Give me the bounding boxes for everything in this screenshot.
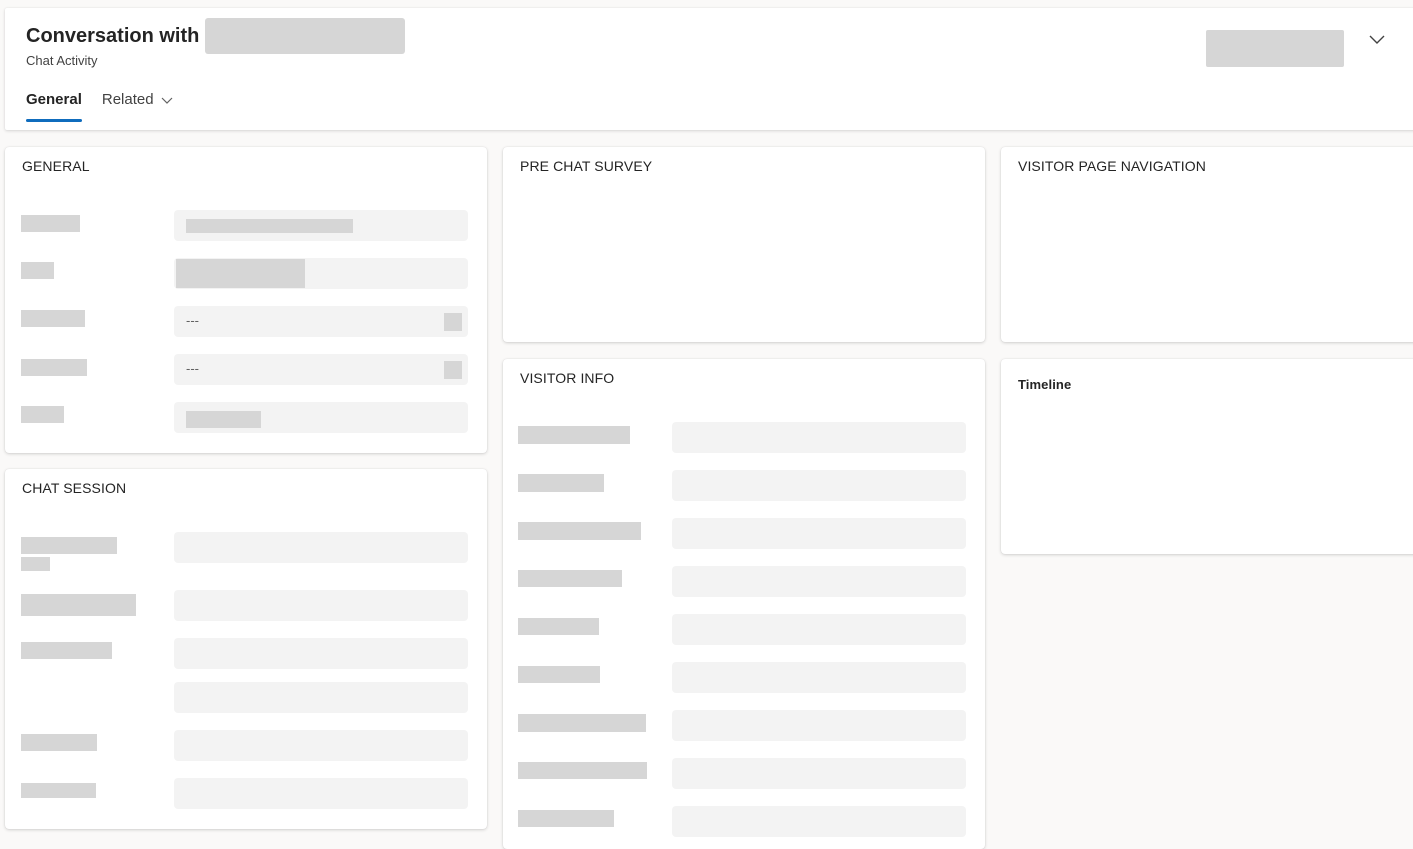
field-label	[21, 642, 112, 659]
field-label	[21, 537, 117, 554]
field-label	[21, 310, 85, 327]
redacted-value	[176, 259, 305, 288]
field-label	[21, 783, 96, 798]
field-value[interactable]	[174, 402, 468, 433]
field-label	[518, 474, 604, 492]
timeline-section: Timeline	[1001, 359, 1413, 554]
field-label	[21, 359, 87, 376]
field-label	[518, 570, 622, 587]
field-value[interactable]	[174, 682, 468, 713]
field-value[interactable]	[672, 662, 966, 693]
field-label	[518, 810, 614, 827]
timeline-section-title: Timeline	[1018, 377, 1072, 392]
visitor-page-navigation-section-title: VISITOR PAGE NAVIGATION	[1018, 158, 1206, 174]
field-value[interactable]	[672, 758, 966, 789]
field-value[interactable]	[174, 778, 468, 809]
empty-value-text: ---	[186, 361, 199, 376]
redacted-value	[186, 411, 261, 428]
chat-session-section: CHAT SESSION	[5, 469, 487, 829]
chat-session-section-title: CHAT SESSION	[22, 480, 127, 496]
field-value[interactable]	[174, 638, 468, 669]
field-label	[21, 215, 80, 232]
lookup-icon[interactable]	[444, 313, 462, 331]
field-label	[518, 714, 646, 732]
field-value[interactable]	[672, 470, 966, 501]
tab-general[interactable]: General	[26, 91, 82, 122]
visitor-info-section-title: VISITOR INFO	[520, 370, 615, 386]
expand-header-chevron-down-icon[interactable]	[1365, 28, 1389, 52]
field-label-line2	[21, 557, 50, 571]
field-label	[518, 522, 641, 540]
field-value[interactable]	[174, 532, 468, 563]
redacted-header-field	[1206, 30, 1344, 67]
page-subtitle: Chat Activity	[26, 53, 98, 68]
title-row: Conversation with	[26, 18, 406, 54]
visitor-info-section: VISITOR INFO	[503, 359, 985, 849]
field-value[interactable]	[672, 806, 966, 837]
tab-general-label: General	[26, 91, 82, 108]
pre-chat-survey-section: PRE CHAT SURVEY	[503, 147, 985, 342]
field-label	[518, 762, 647, 779]
field-value[interactable]	[672, 518, 966, 549]
redacted-contact-name	[205, 18, 406, 54]
field-label	[518, 426, 630, 444]
record-header: Conversation with Chat Activity General …	[5, 8, 1413, 130]
field-value[interactable]	[174, 590, 468, 621]
lookup-field[interactable]: ---	[174, 354, 468, 385]
visitor-page-navigation-section: VISITOR PAGE NAVIGATION	[1001, 147, 1413, 342]
field-label	[518, 666, 600, 683]
field-value[interactable]	[672, 566, 966, 597]
tab-related-label: Related	[101, 91, 154, 108]
general-section: GENERAL --- ---	[5, 147, 487, 453]
tab-list: General Related	[26, 91, 194, 122]
field-label	[518, 618, 599, 635]
page-title: Conversation with	[26, 24, 200, 47]
chevron-down-icon	[161, 97, 173, 104]
empty-value-text: ---	[186, 313, 199, 328]
field-label	[21, 594, 136, 616]
field-value[interactable]	[672, 422, 966, 453]
pre-chat-survey-section-title: PRE CHAT SURVEY	[520, 158, 653, 174]
tab-related[interactable]: Related	[102, 91, 174, 122]
general-section-title: GENERAL	[22, 158, 90, 174]
field-label	[21, 406, 64, 423]
field-value[interactable]	[174, 210, 468, 241]
field-label	[21, 262, 54, 279]
redacted-value	[186, 219, 353, 233]
lookup-icon[interactable]	[444, 361, 462, 379]
field-value[interactable]	[174, 730, 468, 761]
field-label	[21, 734, 97, 751]
field-value[interactable]	[672, 710, 966, 741]
field-value[interactable]	[672, 614, 966, 645]
field-value[interactable]	[174, 258, 468, 289]
lookup-field[interactable]: ---	[174, 306, 468, 337]
